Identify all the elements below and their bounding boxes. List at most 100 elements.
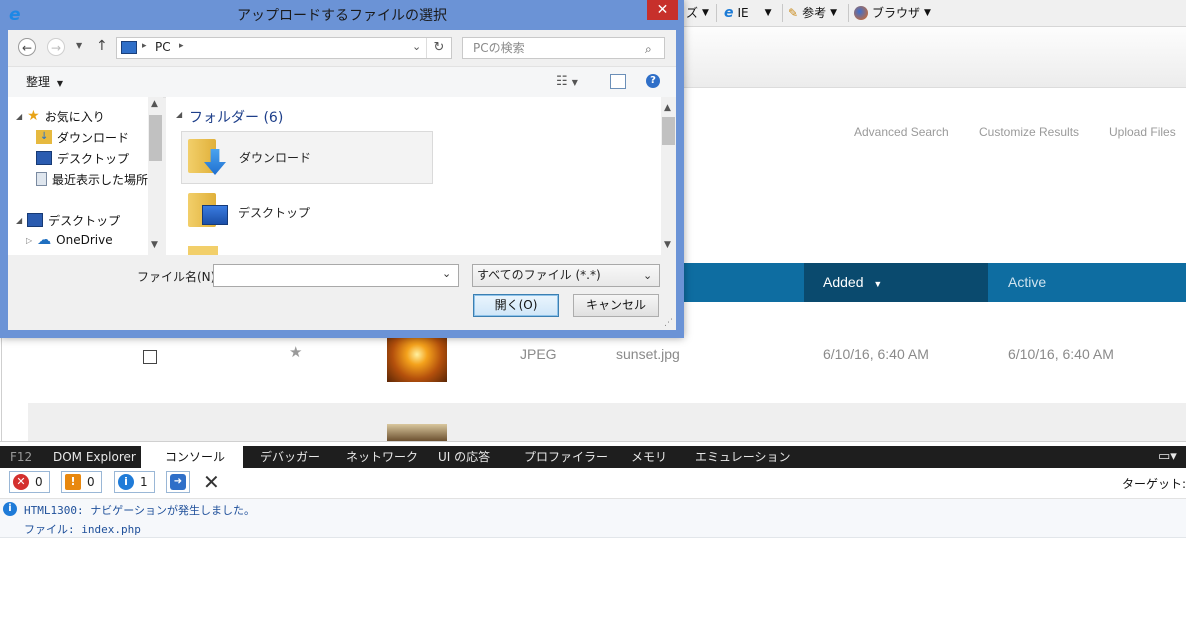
up-arrow-icon[interactable]: ↑: [96, 38, 108, 54]
chevron-down-icon: ▼: [924, 8, 931, 18]
scroll-thumb[interactable]: [149, 115, 162, 161]
filetype-select[interactable]: すべてのファイル (*.*) ⌄: [472, 264, 660, 287]
sunset-thumbnail[interactable]: [387, 332, 447, 382]
resize-grip-icon[interactable]: ⋰: [664, 318, 673, 328]
file-list-scrollbar[interactable]: ▲ ▼: [661, 97, 676, 255]
nav-recent-places[interactable]: 最近表示した場所: [16, 169, 148, 189]
sort-caret-icon: ▼: [873, 279, 883, 289]
desktop-icon: [27, 213, 44, 227]
expanded-triangle-icon: ◢: [176, 110, 183, 119]
f12-label: F12: [10, 450, 33, 464]
image-thumbnail[interactable]: [387, 424, 447, 441]
tab-debugger[interactable]: デバッガー: [260, 446, 320, 468]
folder-item-downloads[interactable]: ダウンロード: [181, 131, 433, 184]
page-divider: [0, 441, 1186, 442]
dock-target-icon[interactable]: ▭▾: [1158, 446, 1177, 468]
toolbar-divider: [716, 4, 717, 22]
cloud-icon: ☁: [37, 232, 52, 248]
scroll-down-icon[interactable]: ▼: [151, 240, 158, 250]
tab-dom-explorer[interactable]: DOM Explorer: [53, 446, 136, 468]
nav-onedrive[interactable]: ▷ ☁ OneDrive: [16, 230, 148, 250]
scroll-thumb[interactable]: [662, 117, 675, 145]
cancel-button[interactable]: キャンセル: [573, 294, 659, 317]
favorite-star-icon[interactable]: ★: [289, 343, 302, 361]
browser-menu[interactable]: ブラウザ ▼: [854, 3, 931, 23]
refresh-icon[interactable]: ↻: [426, 38, 451, 58]
tab-console[interactable]: コンソール: [141, 446, 243, 468]
search-input[interactable]: PCの検索 ⌕: [462, 37, 665, 59]
scroll-up-icon[interactable]: ▲: [664, 103, 671, 113]
table-left-border: [1, 330, 2, 442]
error-filter-button[interactable]: ✕ 0: [9, 471, 50, 493]
address-bar[interactable]: ▸ PC ▸ ⌄: [116, 37, 452, 59]
clear-console-icon[interactable]: ✕: [203, 470, 220, 494]
nav-desktop-label: デスクトップ: [57, 151, 130, 166]
nav-favorites[interactable]: ◢ ★ お気に入り: [16, 106, 148, 126]
column-header-active[interactable]: Active: [1008, 263, 1046, 302]
file-name-cell[interactable]: sunset.jpg: [616, 346, 680, 362]
desktop-folder-icon: [188, 191, 228, 231]
error-count: 0: [35, 475, 43, 489]
address-dropdown-icon[interactable]: ⌄: [412, 40, 421, 53]
info-filter-button[interactable]: i 1: [114, 471, 155, 493]
expanded-triangle-icon: ◢: [16, 215, 23, 225]
scroll-down-icon[interactable]: ▼: [664, 240, 671, 250]
tab-network[interactable]: ネットワーク: [346, 446, 418, 468]
navigate-icon: ➜: [170, 474, 186, 490]
organize-menu[interactable]: 整理 ▼: [26, 73, 63, 90]
view-options-icon[interactable]: ☷ ▼: [556, 74, 578, 89]
back-arrow-icon[interactable]: ←: [18, 38, 36, 56]
help-icon[interactable]: ?: [646, 74, 660, 88]
preview-pane-icon[interactable]: [610, 74, 626, 89]
error-icon: ✕: [13, 474, 29, 490]
organize-label: 整理: [26, 75, 51, 89]
search-icon: ⌕: [645, 42, 652, 56]
warning-filter-button[interactable]: ! 0: [61, 471, 102, 493]
dialog-title: アップロードするファイルの選択: [237, 8, 447, 24]
row-select-checkbox[interactable]: [143, 350, 157, 364]
open-button[interactable]: 開く(O): [473, 294, 559, 317]
sanko-menu[interactable]: ✎ 参考 ▼: [788, 3, 837, 23]
chevron-right-icon: ▸: [142, 41, 147, 51]
pencil-note-icon: ✎: [788, 6, 799, 20]
close-button[interactable]: ✕: [647, 0, 678, 20]
tab-profiler[interactable]: プロファイラー: [524, 446, 608, 468]
group-header[interactable]: フォルダー (6): [189, 107, 283, 127]
console-message-file[interactable]: ファイル: index.php: [24, 521, 141, 537]
folder-label-desktop: デスクトップ: [238, 206, 311, 220]
tab-ui-responsiveness[interactable]: UI の応答: [438, 446, 490, 468]
chevron-right-icon: ▸: [179, 41, 184, 51]
zu-menu[interactable]: ズ ▼: [686, 3, 709, 23]
nav-scrollbar[interactable]: ▲ ▼: [148, 97, 163, 255]
filename-dropdown-icon[interactable]: ⌄: [442, 267, 451, 280]
info-count: 1: [140, 475, 148, 489]
tab-memory[interactable]: メモリ: [631, 446, 667, 468]
ie-logo-icon: e: [724, 5, 734, 21]
folder-icon: [188, 246, 218, 255]
filetype-value: すべてのファイル (*.*): [477, 268, 601, 282]
chevron-down-icon: ▼: [56, 79, 63, 88]
advanced-search-link[interactable]: Advanced Search: [854, 125, 949, 139]
column-header-added[interactable]: Added ▼: [804, 263, 988, 302]
clear-on-navigate-button[interactable]: ➜: [166, 471, 190, 493]
desktop-icon: [36, 151, 52, 165]
recent-locations-icon[interactable]: ▼: [76, 41, 82, 50]
info-icon: i: [118, 474, 134, 490]
search-placeholder: PCの検索: [473, 41, 525, 55]
ie-menu[interactable]: e IE ▼: [724, 3, 772, 23]
nav-desktop-root[interactable]: ◢ デスクトップ: [16, 210, 148, 230]
tab-emulation[interactable]: エミュレーション: [695, 446, 791, 468]
recent-places-icon: [36, 172, 47, 186]
nav-desktop[interactable]: デスクトップ: [16, 148, 148, 168]
nav-tree: ◢ ★ お気に入り ↓ ダウンロード デスクトップ 最近表示した場所 ◢ デスク…: [16, 106, 148, 250]
forward-arrow-icon[interactable]: →: [47, 38, 65, 56]
zu-label: ズ: [686, 6, 699, 20]
filename-input[interactable]: ⌄: [213, 264, 459, 287]
nav-downloads[interactable]: ↓ ダウンロード: [16, 127, 148, 147]
folder-item-desktop[interactable]: デスクトップ: [182, 187, 432, 237]
upload-files-link[interactable]: Upload Files: [1109, 125, 1176, 139]
customize-results-link[interactable]: Customize Results: [979, 125, 1079, 139]
breadcrumb-pc[interactable]: PC: [155, 40, 171, 54]
scroll-up-icon[interactable]: ▲: [151, 99, 158, 109]
info-icon: i: [3, 502, 17, 516]
